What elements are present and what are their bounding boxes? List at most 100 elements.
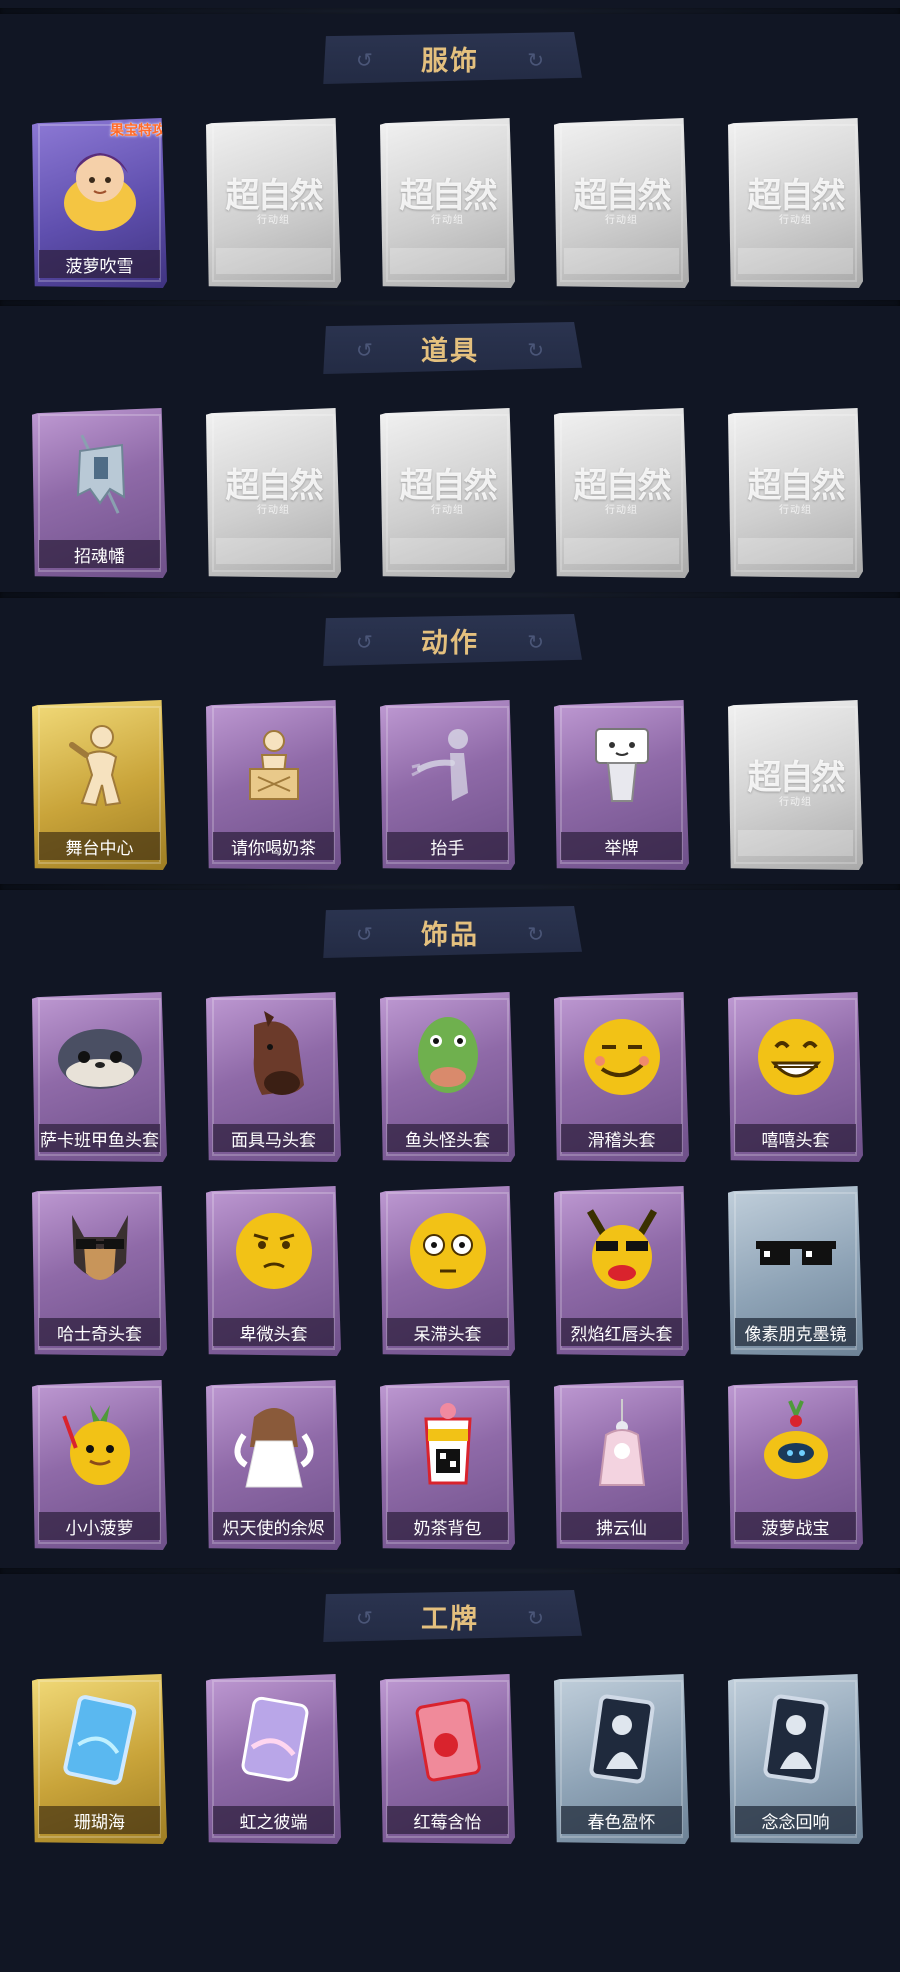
section-divider-band	[0, 884, 900, 890]
placeholder-label-bar	[738, 248, 853, 274]
section-header: ↺ 工牌 ↻	[323, 1590, 582, 1642]
item-card[interactable]: 春色盈怀	[554, 1674, 689, 1844]
placeholder-logo: 超自然	[225, 466, 324, 506]
banner-icon	[32, 418, 167, 528]
item-card[interactable]: 卑微头套	[206, 1186, 341, 1356]
item-card[interactable]: 舞台中心	[32, 700, 167, 870]
item-card[interactable]: 虹之彼端	[206, 1674, 341, 1844]
item-label-bar: 面具马头套	[213, 1124, 334, 1152]
placeholder-logo-sub: 行动组	[431, 215, 464, 226]
raspberry-card-icon	[380, 1684, 515, 1794]
placeholder-label-bar	[216, 248, 331, 274]
item-label-bar: 红莓含怡	[387, 1806, 508, 1834]
item-label-bar: 呆滞头套	[387, 1318, 508, 1346]
angel-doll-icon	[206, 1390, 341, 1500]
item-card[interactable]: 招魂幡	[32, 408, 167, 578]
item-label-bar: 举牌	[561, 832, 682, 860]
swirl-ornament-icon: ↻	[527, 48, 544, 72]
horse-head-icon	[206, 1002, 341, 1112]
item-card[interactable]: 举牌	[554, 700, 689, 870]
item-label-bar: 春色盈怀	[561, 1806, 682, 1834]
pixel-sunglasses-icon	[728, 1196, 863, 1306]
item-card[interactable]: 红莓含怡	[380, 1674, 515, 1844]
placeholder-label-bar	[738, 538, 853, 564]
item-label-bar: 小小菠萝	[39, 1512, 160, 1540]
item-card[interactable]: 请你喝奶茶	[206, 700, 341, 870]
item-card[interactable]: 菠萝战宝	[728, 1380, 863, 1550]
item-label: 呆滞头套	[413, 1324, 482, 1345]
item-label: 哈士奇头套	[57, 1324, 142, 1345]
coral-sea-card-icon	[32, 1684, 167, 1794]
locked-item-card[interactable]: 超自然 行动组	[728, 408, 863, 578]
item-card[interactable]: 抬手	[380, 700, 515, 870]
silhouette-card-icon	[554, 1684, 689, 1794]
placeholder-logo-sub: 行动组	[779, 797, 812, 808]
section-header: ↺ 动作 ↻	[323, 614, 582, 666]
item-card[interactable]: 果宝特攻 菠萝吹雪	[32, 118, 167, 288]
locked-item-card[interactable]: 超自然 行动组	[380, 408, 515, 578]
item-label-bar: 滑稽头套	[561, 1124, 682, 1152]
item-label-bar: 菠萝吹雪	[39, 250, 160, 278]
item-card[interactable]: 像素朋克墨镜	[728, 1186, 863, 1356]
item-label: 虹之彼端	[239, 1812, 308, 1833]
milk-tea-bag-icon	[380, 1390, 515, 1500]
item-label: 春色盈怀	[587, 1812, 656, 1833]
locked-item-card[interactable]: 超自然 行动组	[728, 118, 863, 288]
swirl-ornament-icon: ↻	[527, 922, 544, 946]
placeholder-label-bar	[738, 830, 853, 856]
section-title: 动作	[421, 627, 479, 659]
item-card[interactable]: 珊瑚海	[32, 1674, 167, 1844]
item-label: 菠萝吹雪	[65, 256, 134, 277]
rainbow-card-icon	[206, 1684, 341, 1794]
item-label: 鱼头怪头套	[405, 1130, 490, 1151]
item-card[interactable]: 呆滞头套	[380, 1186, 515, 1356]
cloud-fairy-charm-icon	[554, 1390, 689, 1500]
character-portrait-icon	[32, 128, 167, 238]
locked-item-card[interactable]: 超自然 行动组	[206, 408, 341, 578]
section-divider-band	[0, 1568, 900, 1574]
item-label-bar: 卑微头套	[213, 1318, 334, 1346]
placeholder-logo: 超自然	[399, 176, 498, 216]
pose-figure-icon	[32, 710, 167, 820]
item-label-bar: 奶茶背包	[387, 1512, 508, 1540]
swirl-ornament-icon: ↺	[356, 1606, 373, 1630]
hold-sign-icon	[554, 710, 689, 820]
grin-face-icon	[728, 1002, 863, 1112]
item-label: 菠萝战宝	[761, 1518, 830, 1539]
item-card[interactable]: 哈士奇头套	[32, 1186, 167, 1356]
pineapple-doll-icon	[32, 1390, 167, 1500]
locked-item-card[interactable]: 超自然 行动组	[554, 118, 689, 288]
item-card[interactable]: 奶茶背包	[380, 1380, 515, 1550]
item-label: 卑微头套	[239, 1324, 308, 1345]
swirl-ornament-icon: ↺	[356, 338, 373, 362]
item-label: 炽天使的余烬	[222, 1518, 325, 1539]
item-card[interactable]: 面具马头套	[206, 992, 341, 1162]
item-card[interactable]: 拂云仙	[554, 1380, 689, 1550]
locked-item-card[interactable]: 超自然 行动组	[380, 118, 515, 288]
item-label-bar: 菠萝战宝	[735, 1512, 856, 1540]
item-label-bar: 拂云仙	[561, 1512, 682, 1540]
placeholder-label-bar	[564, 538, 679, 564]
placeholder-logo: 超自然	[225, 176, 324, 216]
item-label: 烈焰红唇头套	[570, 1324, 673, 1345]
placeholder-label-bar	[564, 248, 679, 274]
locked-item-card[interactable]: 超自然 行动组	[728, 700, 863, 870]
item-label-bar: 虹之彼端	[213, 1806, 334, 1834]
item-card[interactable]: 烈焰红唇头套	[554, 1186, 689, 1356]
item-label: 拂云仙	[596, 1518, 647, 1539]
item-card[interactable]: 鱼头怪头套	[380, 992, 515, 1162]
item-card[interactable]: 小小菠萝	[32, 1380, 167, 1550]
item-label: 珊瑚海	[74, 1812, 125, 1833]
item-card[interactable]: 滑稽头套	[554, 992, 689, 1162]
section-title: 工牌	[421, 1603, 479, 1635]
item-label-bar: 念念回响	[735, 1806, 856, 1834]
item-label-bar: 珊瑚海	[39, 1806, 160, 1834]
locked-item-card[interactable]: 超自然 行动组	[206, 118, 341, 288]
locked-item-card[interactable]: 超自然 行动组	[554, 408, 689, 578]
item-card[interactable]: 萨卡班甲鱼头套	[32, 992, 167, 1162]
item-label-bar: 烈焰红唇头套	[561, 1318, 682, 1346]
item-card[interactable]: 嘻嘻头套	[728, 992, 863, 1162]
placeholder-logo-sub: 行动组	[779, 215, 812, 226]
item-card[interactable]: 炽天使的余烬	[206, 1380, 341, 1550]
item-card[interactable]: 念念回响	[728, 1674, 863, 1844]
